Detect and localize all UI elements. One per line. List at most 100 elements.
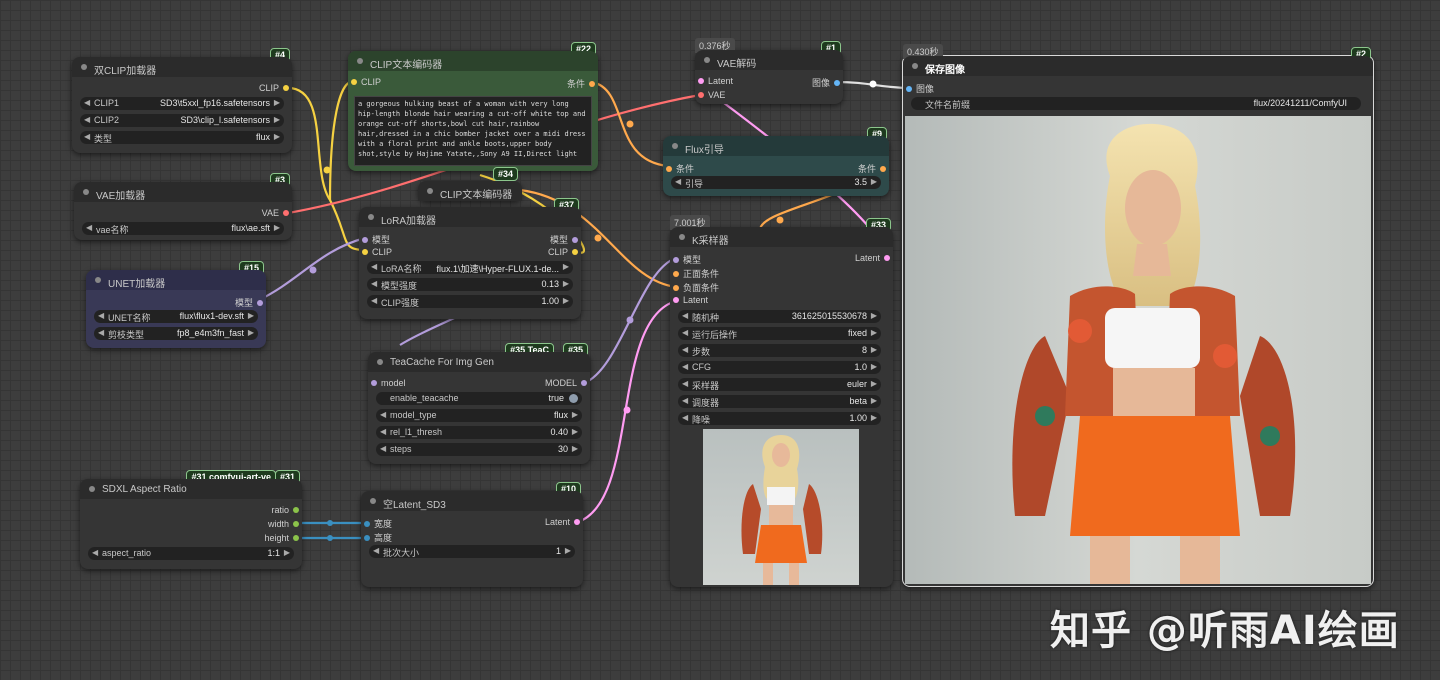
output-port-latent[interactable]: Latent bbox=[545, 517, 584, 527]
arrow-right-icon[interactable]: ▶ bbox=[563, 279, 569, 288]
input-port-negative[interactable]: 负面条件 bbox=[669, 281, 719, 294]
node-ksampler[interactable]: 7.001秒 #33 K采样器 模型 Latent 正面条件 负面条件 Late… bbox=[669, 215, 894, 587]
input-port-conditioning[interactable]: 条件 bbox=[662, 162, 694, 175]
arrow-right-icon[interactable]: ▶ bbox=[871, 311, 877, 320]
widget-model-type[interactable]: ◀ model_type flux ▶ bbox=[376, 409, 582, 422]
arrow-left-icon[interactable]: ◀ bbox=[92, 548, 98, 557]
collapse-dot-icon[interactable] bbox=[95, 277, 101, 283]
widget-denoise[interactable]: ◀ 降噪 1.00 ▶ bbox=[678, 412, 881, 425]
arrow-left-icon[interactable]: ◀ bbox=[682, 328, 688, 337]
widget-enable-teacache[interactable]: enable_teacache true bbox=[376, 392, 582, 405]
node-dual-clip-loader[interactable]: #4 双CLIP加载器 CLIP ◀ CLIP1 SD3\t5xxl_fp16.sa… bbox=[72, 48, 293, 153]
output-port-latent[interactable]: Latent bbox=[855, 253, 894, 263]
arrow-right-icon[interactable]: ▶ bbox=[871, 345, 877, 354]
collapse-dot-icon[interactable] bbox=[357, 58, 363, 64]
input-port-image[interactable]: 图像 bbox=[902, 82, 934, 95]
output-port-model[interactable]: 模型 bbox=[550, 233, 582, 246]
widget-model-strength[interactable]: ◀ 模型强度 0.13 ▶ bbox=[367, 278, 573, 291]
widget-steps[interactable]: ◀ 步数 8 ▶ bbox=[678, 344, 881, 357]
collapse-dot-icon[interactable] bbox=[368, 214, 374, 220]
widget-filename-prefix[interactable]: 文件名前缀 flux/20241211/ComfyUI bbox=[911, 97, 1361, 110]
output-port-width[interactable]: width bbox=[268, 519, 303, 529]
output-port-clip[interactable]: CLIP bbox=[259, 83, 293, 93]
node-sdxl-aspect-ratio[interactable]: #31 #31 comfyui-art-ve SDXL Aspect Ratio… bbox=[80, 470, 303, 569]
node-vae-decode[interactable]: 0.376秒 #1 VAE解码 Latent 图像 VAE bbox=[694, 38, 844, 104]
widget-unet-name[interactable]: ◀ UNET名称 flux\flux1-dev.sft ▶ bbox=[94, 310, 258, 323]
output-port-model[interactable]: MODEL bbox=[545, 378, 591, 388]
widget-vae-name[interactable]: ◀ vae名称 flux\ae.sft ▶ bbox=[82, 222, 284, 235]
collapse-dot-icon[interactable] bbox=[912, 63, 918, 69]
collapse-dot-icon[interactable] bbox=[370, 498, 376, 504]
widget-seed[interactable]: ◀ 随机种 361625015530678 ▶ bbox=[678, 310, 881, 323]
widget-prune-type[interactable]: ◀ 剪枝类型 fp8_e4m3fn_fast ▶ bbox=[94, 327, 258, 340]
widget-clip2[interactable]: ◀ CLIP2 SD3\clip_l.safetensors ▶ bbox=[80, 114, 284, 127]
collapse-dot-icon[interactable] bbox=[83, 189, 89, 195]
output-port-conditioning[interactable]: 条件 bbox=[567, 77, 599, 90]
node-unet-loader[interactable]: #15 UNET加载器 模型 ◀ UNET名称 flux\flux1-dev.sft… bbox=[86, 261, 267, 348]
arrow-left-icon[interactable]: ◀ bbox=[682, 413, 688, 422]
input-port-positive[interactable]: 正面条件 bbox=[669, 267, 719, 280]
arrow-right-icon[interactable]: ▶ bbox=[274, 223, 280, 232]
arrow-left-icon[interactable]: ◀ bbox=[84, 132, 90, 141]
arrow-left-icon[interactable]: ◀ bbox=[84, 115, 90, 124]
widget-type[interactable]: ◀ 类型 flux ▶ bbox=[80, 131, 284, 144]
arrow-right-icon[interactable]: ▶ bbox=[572, 427, 578, 436]
arrow-right-icon[interactable]: ▶ bbox=[274, 115, 280, 124]
collapse-dot-icon[interactable] bbox=[427, 188, 433, 194]
widget-batch-size[interactable]: ◀ 批次大小 1 ▶ bbox=[369, 545, 575, 558]
arrow-right-icon[interactable]: ▶ bbox=[284, 548, 290, 557]
collapse-dot-icon[interactable] bbox=[89, 486, 95, 492]
arrow-left-icon[interactable]: ◀ bbox=[380, 410, 386, 419]
widget-control-after-generate[interactable]: ◀ 运行后操作 fixed ▶ bbox=[678, 327, 881, 340]
arrow-right-icon[interactable]: ▶ bbox=[871, 362, 877, 371]
collapse-dot-icon[interactable] bbox=[672, 143, 678, 149]
output-port-conditioning[interactable]: 条件 bbox=[858, 162, 890, 175]
input-port-latent[interactable]: Latent bbox=[694, 76, 733, 86]
arrow-right-icon[interactable]: ▶ bbox=[871, 328, 877, 337]
widget-rel-l1-thresh[interactable]: ◀ rel_l1_thresh 0.40 ▶ bbox=[376, 426, 582, 439]
output-port-model[interactable]: 模型 bbox=[235, 296, 267, 309]
widget-sampler[interactable]: ◀ 采样器 euler ▶ bbox=[678, 378, 881, 391]
node-vae-loader[interactable]: #3 VAE加载器 VAE ◀ vae名称 flux\ae.sft ▶ bbox=[74, 173, 293, 240]
toggle-icon[interactable] bbox=[569, 394, 578, 403]
node-teacache[interactable]: #35 #35 TeaC TeaCache For Img Gen model … bbox=[367, 343, 591, 464]
arrow-left-icon[interactable]: ◀ bbox=[373, 546, 379, 555]
output-port-height[interactable]: height bbox=[264, 533, 303, 543]
arrow-right-icon[interactable]: ▶ bbox=[563, 262, 569, 271]
arrow-left-icon[interactable]: ◀ bbox=[98, 311, 104, 320]
arrow-right-icon[interactable]: ▶ bbox=[274, 132, 280, 141]
widget-clip1[interactable]: ◀ CLIP1 SD3\t5xxl_fp16.safetensors ▶ bbox=[80, 97, 284, 110]
input-port-width[interactable]: 宽度 bbox=[360, 517, 392, 530]
node-lora-loader[interactable]: #37 LoRA加载器 模型 模型 CLIP CLIP ◀ LoRA名称 flux.… bbox=[358, 198, 582, 319]
arrow-right-icon[interactable]: ▶ bbox=[274, 98, 280, 107]
arrow-right-icon[interactable]: ▶ bbox=[248, 328, 254, 337]
input-port-model[interactable]: 模型 bbox=[358, 233, 390, 246]
arrow-left-icon[interactable]: ◀ bbox=[682, 345, 688, 354]
input-port-clip[interactable]: CLIP bbox=[358, 247, 392, 257]
input-port-vae[interactable]: VAE bbox=[694, 90, 725, 100]
widget-cfg[interactable]: ◀ CFG 1.0 ▶ bbox=[678, 361, 881, 374]
input-port-height[interactable]: 高度 bbox=[360, 531, 392, 544]
arrow-right-icon[interactable]: ▶ bbox=[871, 413, 877, 422]
arrow-right-icon[interactable]: ▶ bbox=[572, 444, 578, 453]
arrow-left-icon[interactable]: ◀ bbox=[682, 362, 688, 371]
arrow-right-icon[interactable]: ▶ bbox=[871, 379, 877, 388]
arrow-left-icon[interactable]: ◀ bbox=[86, 223, 92, 232]
collapse-dot-icon[interactable] bbox=[377, 359, 383, 365]
arrow-left-icon[interactable]: ◀ bbox=[682, 311, 688, 320]
output-port-vae[interactable]: VAE bbox=[262, 208, 293, 218]
input-port-model[interactable]: model bbox=[367, 378, 406, 388]
arrow-left-icon[interactable]: ◀ bbox=[380, 444, 386, 453]
widget-aspect-ratio[interactable]: ◀ aspect_ratio 1:1 ▶ bbox=[88, 547, 294, 560]
output-port-image[interactable]: 图像 bbox=[812, 76, 844, 89]
arrow-right-icon[interactable]: ▶ bbox=[248, 311, 254, 320]
arrow-right-icon[interactable]: ▶ bbox=[572, 410, 578, 419]
input-port-model[interactable]: 模型 bbox=[669, 253, 701, 266]
collapse-dot-icon[interactable] bbox=[81, 64, 87, 70]
arrow-right-icon[interactable]: ▶ bbox=[871, 396, 877, 405]
input-port-clip[interactable]: CLIP bbox=[347, 77, 381, 87]
node-empty-latent-sd3[interactable]: #10 空Latent_SD3 宽度 Latent 高度 ◀ 批次大小 1 ▶ bbox=[360, 482, 584, 587]
node-save-image[interactable]: 0.430秒 #2 保存图像 图像 文件名前缀 flux/20241211/Com… bbox=[902, 44, 1374, 587]
node-clip-text-encoder[interactable]: #22 CLIP文本编码器 CLIP 条件 a gorgeous hulking… bbox=[347, 42, 599, 171]
arrow-left-icon[interactable]: ◀ bbox=[371, 262, 377, 271]
